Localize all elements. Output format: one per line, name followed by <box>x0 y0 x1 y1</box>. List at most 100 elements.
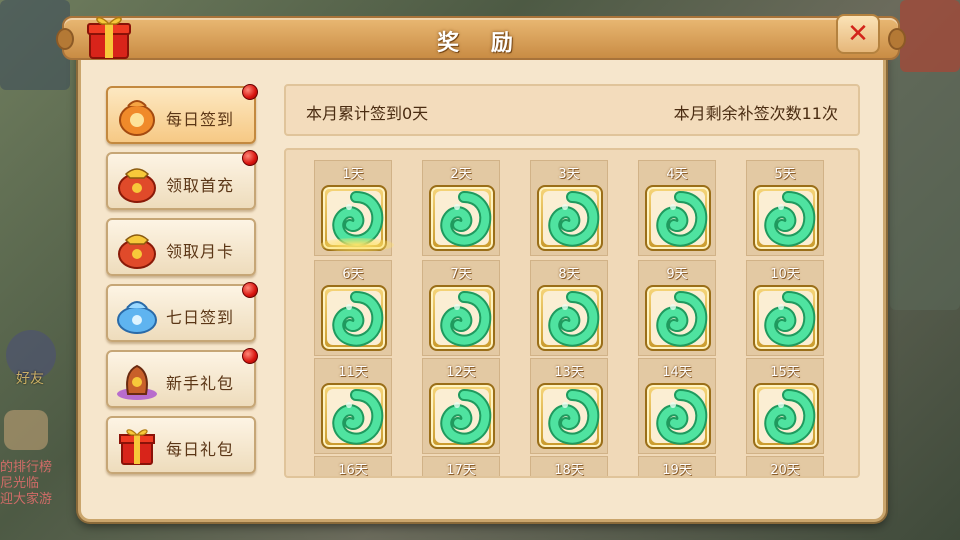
chat-line: 尼光临 <box>0 476 40 491</box>
cumulative-sign-text: 本月累计签到0天 <box>306 104 429 123</box>
jade-reward-icon <box>548 191 600 247</box>
reward-frame <box>645 185 711 251</box>
day-label: 5天 <box>774 167 796 182</box>
notification-dot <box>242 84 258 100</box>
reward-frame <box>429 383 495 449</box>
day-label: 2天 <box>450 167 472 182</box>
sidebar-item-label: 领取月卡 <box>166 242 235 261</box>
day-reward-slot[interactable]: 17天 <box>422 456 500 478</box>
daily-reward-grid: 1天 2天 3天 4天 5天 6天 7天 8天 9天 10天 11天 12天 13天 14天 15天 16天 1… <box>284 148 860 478</box>
jade-reward-icon <box>764 389 816 445</box>
day-label: 7天 <box>450 267 472 282</box>
reward-frame <box>537 185 603 251</box>
notification-dot <box>242 348 258 364</box>
day-reward-slot[interactable]: 13天 <box>530 358 608 454</box>
day-label: 20天 <box>770 463 800 478</box>
reward-frame <box>645 285 711 351</box>
day-reward-slot[interactable]: 10天 <box>746 260 824 356</box>
close-icon: ✕ <box>847 19 869 49</box>
sidebar-item-label: 每日签到 <box>166 110 235 129</box>
jade-reward-icon <box>656 389 708 445</box>
day-label: 12天 <box>446 365 476 380</box>
jade-reward-icon <box>656 191 708 247</box>
jade-reward-icon <box>764 191 816 247</box>
day-label: 10天 <box>770 267 800 282</box>
sidebar-item-newbie-gift[interactable]: 新手礼包 <box>106 348 258 408</box>
newbie-gift-icon <box>114 358 160 402</box>
day-label: 3天 <box>558 167 580 182</box>
day-label: 18天 <box>554 463 584 478</box>
day-reward-slot[interactable]: 4天 <box>638 160 716 256</box>
close-button[interactable]: ✕ <box>836 14 880 54</box>
sidebar-item-label: 七日签到 <box>166 308 235 327</box>
day-reward-slot[interactable]: 18天 <box>530 456 608 478</box>
day-label: 16天 <box>338 463 368 478</box>
sidebar-item-daily-sign[interactable]: 每日签到 <box>106 84 258 144</box>
chat-icon[interactable] <box>4 410 48 450</box>
notification-dot <box>242 282 258 298</box>
day-reward-slot[interactable]: 15天 <box>746 358 824 454</box>
day-reward-slot[interactable]: 6天 <box>314 260 392 356</box>
sidebar-item-label: 每日礼包 <box>166 440 235 459</box>
reward-frame <box>645 383 711 449</box>
day-label: 19天 <box>662 463 692 478</box>
day-reward-slot[interactable]: 2天 <box>422 160 500 256</box>
day-label: 17天 <box>446 463 476 478</box>
day-label: 11天 <box>338 365 368 380</box>
sidebar-item-daily-gift[interactable]: 每日礼包 <box>106 416 256 474</box>
chat-line: 的排行榜 <box>0 460 53 475</box>
chat-line: 迎大家游 <box>0 492 53 507</box>
title-bar: 奖 励 <box>56 16 906 60</box>
day-label: 14天 <box>662 365 692 380</box>
first-recharge-bag-icon <box>114 160 160 204</box>
day-label: 6天 <box>342 267 364 282</box>
day-reward-slot[interactable]: 20天 <box>746 456 824 478</box>
sidebar-item-monthly-card[interactable]: 领取月卡 <box>106 218 256 276</box>
friend-label[interactable]: 好友 <box>16 368 44 388</box>
today-glow <box>320 238 394 252</box>
reward-frame <box>753 383 819 449</box>
reward-frame <box>429 185 495 251</box>
seven-day-bag-icon <box>114 292 160 336</box>
avatar[interactable] <box>900 0 960 72</box>
day-reward-slot[interactable]: 5天 <box>746 160 824 256</box>
jade-reward-icon <box>656 291 708 347</box>
day-label: 4天 <box>666 167 688 182</box>
day-reward-slot[interactable]: 11天 <box>314 358 392 454</box>
day-label: 9天 <box>666 267 688 282</box>
reward-frame <box>429 285 495 351</box>
day-reward-slot[interactable]: 14天 <box>638 358 716 454</box>
sidebar-item-label: 领取首充 <box>166 176 235 195</box>
sign-summary-bar: 本月累计签到0天 本月剩余补签次数11次 <box>284 84 860 136</box>
day-reward-slot[interactable]: 16天 <box>314 456 392 478</box>
reward-frame <box>321 285 387 351</box>
jade-reward-icon <box>548 291 600 347</box>
jade-reward-icon <box>548 389 600 445</box>
day-reward-slot[interactable]: 3天 <box>530 160 608 256</box>
chat-log: 的排行榜 尼光临 迎大家游 <box>0 460 52 508</box>
sidebar-item-label: 新手礼包 <box>166 374 235 393</box>
jade-reward-icon <box>332 389 384 445</box>
jade-reward-icon <box>440 291 492 347</box>
reward-frame <box>537 285 603 351</box>
reward-frame <box>537 383 603 449</box>
remaining-makeup-text: 本月剩余补签次数11次 <box>673 104 838 123</box>
jade-reward-icon <box>440 389 492 445</box>
day-reward-slot[interactable]: 7天 <box>422 260 500 356</box>
monthly-card-bag-icon <box>114 226 160 270</box>
day-reward-slot[interactable]: 12天 <box>422 358 500 454</box>
reward-frame <box>753 185 819 251</box>
day-reward-slot[interactable]: 8天 <box>530 260 608 356</box>
sidebar-item-seven-day[interactable]: 七日签到 <box>106 282 258 342</box>
bg-building <box>890 60 960 310</box>
reward-frame <box>321 383 387 449</box>
day-reward-slot[interactable]: 9天 <box>638 260 716 356</box>
gift-box-icon <box>84 12 134 60</box>
day-label: 1天 <box>342 167 364 182</box>
day-reward-slot[interactable]: 19天 <box>638 456 716 478</box>
page-title: 奖 励 <box>437 31 525 56</box>
day-label: 13天 <box>554 365 584 380</box>
jade-reward-icon <box>764 291 816 347</box>
notification-dot <box>242 150 258 166</box>
sidebar-item-first-recharge[interactable]: 领取首充 <box>106 150 258 210</box>
